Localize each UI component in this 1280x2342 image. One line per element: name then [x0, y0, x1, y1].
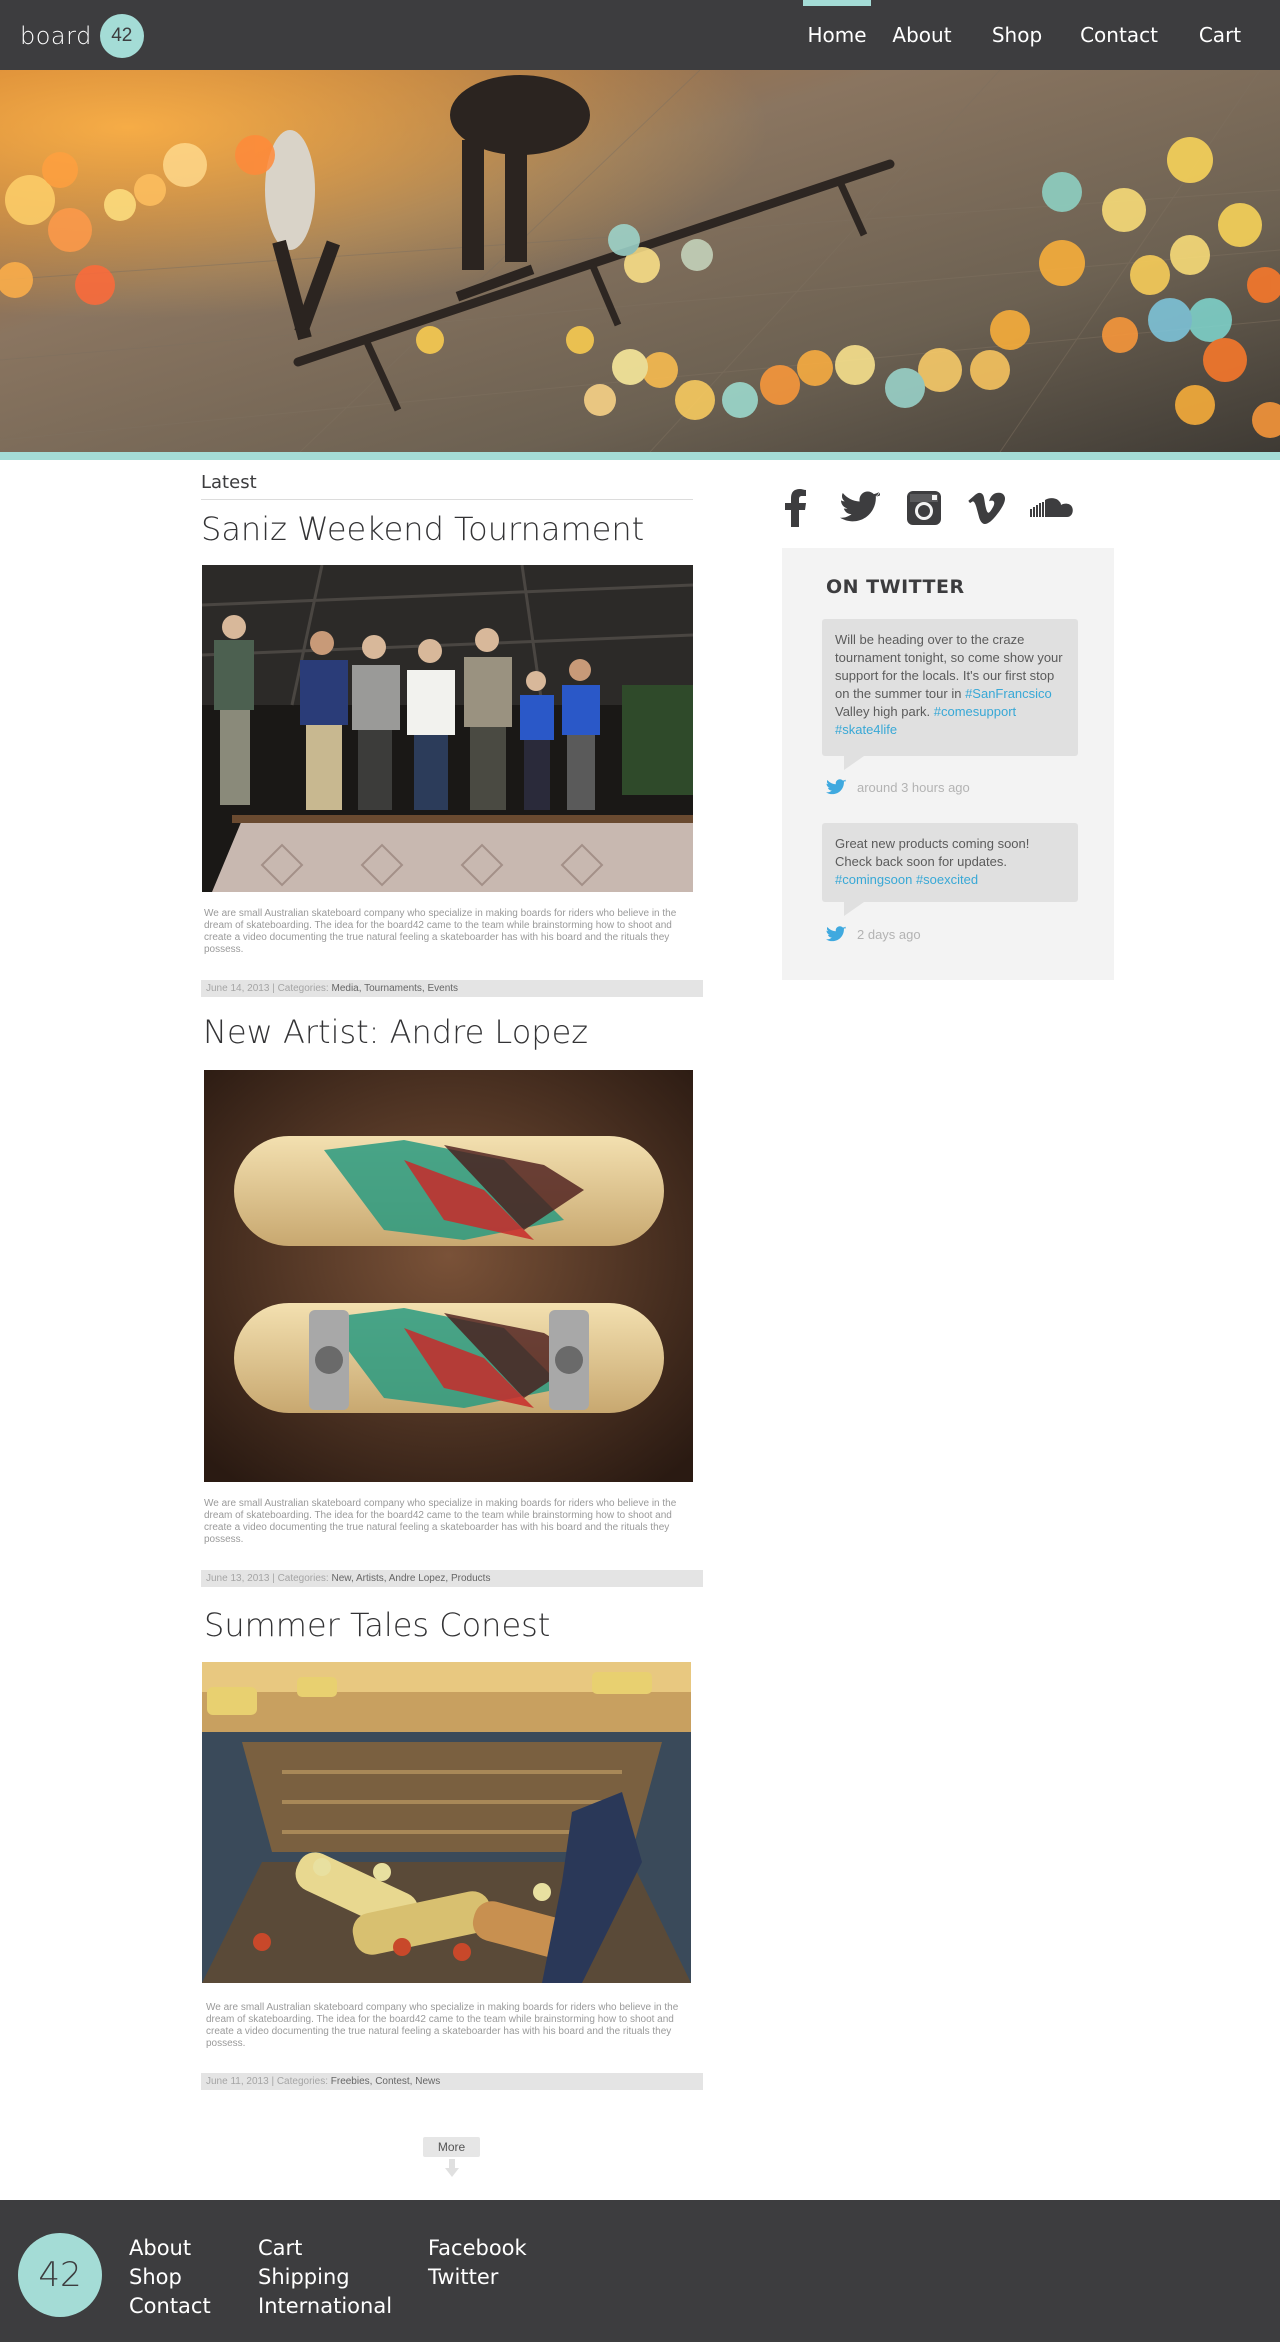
categories-label: Categories: — [277, 983, 329, 994]
post-excerpt: We are small Australian skateboard compa… — [206, 2002, 679, 2049]
skaters-on-ramp-photo — [202, 565, 693, 892]
boards-in-truck-bed-photo — [202, 1662, 691, 1983]
arrow-down-icon — [445, 2159, 459, 2177]
nav-cart[interactable]: Cart — [1186, 0, 1254, 70]
footer-link-shop[interactable]: Shop — [129, 2263, 182, 2292]
hashtag-link[interactable]: #comingsoon — [835, 872, 912, 887]
hashtag-link[interactable]: #skate4life — [835, 722, 897, 737]
footer-link-facebook[interactable]: Facebook — [428, 2234, 527, 2263]
post-date: June 11, 2013 — [206, 2076, 269, 2087]
vimeo-icon[interactable] — [965, 486, 1009, 530]
more-button[interactable]: More — [423, 2137, 480, 2157]
brand-logo[interactable]: board 42 — [20, 14, 144, 58]
footer-link-twitter[interactable]: Twitter — [428, 2263, 498, 2292]
post-image[interactable] — [202, 1662, 691, 1983]
footer-link-about[interactable]: About — [129, 2234, 191, 2263]
twitter-panel-title: ON TWITTER — [826, 576, 965, 598]
brand-badge: 42 — [99, 14, 144, 58]
site-footer: 42 About Shop Contact Cart Shipping Inte… — [0, 2200, 1280, 2342]
facebook-icon[interactable] — [773, 486, 817, 530]
nav-home[interactable]: Home — [803, 0, 871, 70]
hashtag-link[interactable]: #soexcited — [916, 872, 978, 887]
post-title[interactable]: Saniz Weekend Tournament — [201, 510, 644, 548]
post-date: June 14, 2013 — [206, 983, 270, 994]
post-meta: June 11, 2013 | Categories: Freebies, Co… — [201, 2073, 703, 2090]
twitter-panel: ON TWITTER Will be heading over to the c… — [782, 548, 1114, 980]
hero-skate-photo — [0, 70, 1280, 452]
footer-link-contact[interactable]: Contact — [129, 2292, 211, 2321]
twitter-icon[interactable] — [838, 486, 882, 530]
tweet-bubble: Will be heading over to the craze tourna… — [822, 619, 1078, 770]
section-title-latest: Latest — [201, 472, 693, 500]
footer-link-shipping[interactable]: Shipping — [258, 2263, 350, 2292]
tweet-time-text: around 3 hours ago — [857, 779, 970, 795]
post-excerpt: We are small Australian skateboard compa… — [204, 908, 677, 955]
categories-label: Categories: — [277, 1573, 329, 1584]
tweet-text: Great new products coming soon! Check ba… — [835, 836, 1030, 869]
post-image[interactable] — [204, 1070, 693, 1482]
hero-accent-rule — [0, 452, 1280, 460]
categories-label: Categories: — [276, 2076, 328, 2087]
hero-banner — [0, 70, 1280, 452]
post-image[interactable] — [202, 565, 693, 892]
tweet-time-text: 2 days ago — [857, 926, 921, 942]
brand-word: board — [20, 22, 92, 50]
tweet-text: Valley high park. — [835, 704, 934, 719]
post-title[interactable]: New Artist: Andre Lopez — [203, 1013, 588, 1051]
post-excerpt: We are small Australian skateboard compa… — [204, 1498, 677, 1545]
twitter-bird-icon — [826, 925, 846, 941]
tweet-bubble: Great new products coming soon! Check ba… — [822, 823, 1078, 916]
hashtag-link[interactable]: #comesupport — [934, 704, 1016, 719]
post-categories[interactable]: Media, Tournaments, Events — [331, 983, 458, 994]
top-nav: board 42 Home About Shop Contact Cart — [0, 0, 1280, 70]
post-meta: June 14, 2013 | Categories: Media, Tourn… — [201, 980, 703, 997]
twitter-bird-icon — [826, 778, 846, 794]
nav-about[interactable]: About — [888, 0, 956, 70]
post-title[interactable]: Summer Tales Conest — [204, 1606, 550, 1644]
soundcloud-icon[interactable] — [1030, 486, 1074, 530]
post-date: June 13, 2013 — [206, 1573, 270, 1584]
footer-link-international[interactable]: International — [258, 2292, 392, 2321]
nav-shop[interactable]: Shop — [983, 0, 1051, 70]
nav-contact[interactable]: Contact — [1074, 0, 1164, 70]
post-meta: June 13, 2013 | Categories: New, Artists… — [201, 1570, 703, 1587]
tweet-timestamp: around 3 hours ago — [826, 777, 970, 797]
instagram-icon[interactable] — [902, 486, 946, 530]
hashtag-link[interactable]: #SanFrancsico — [965, 686, 1052, 701]
footer-link-cart[interactable]: Cart — [258, 2234, 302, 2263]
post-categories[interactable]: Freebies, Contest, News — [331, 2076, 441, 2087]
footer-badge[interactable]: 42 — [18, 2233, 102, 2317]
skateboard-decks-artwork — [204, 1070, 693, 1482]
post-categories[interactable]: New, Artists, Andre Lopez, Products — [331, 1573, 490, 1584]
tweet-timestamp: 2 days ago — [826, 924, 921, 944]
